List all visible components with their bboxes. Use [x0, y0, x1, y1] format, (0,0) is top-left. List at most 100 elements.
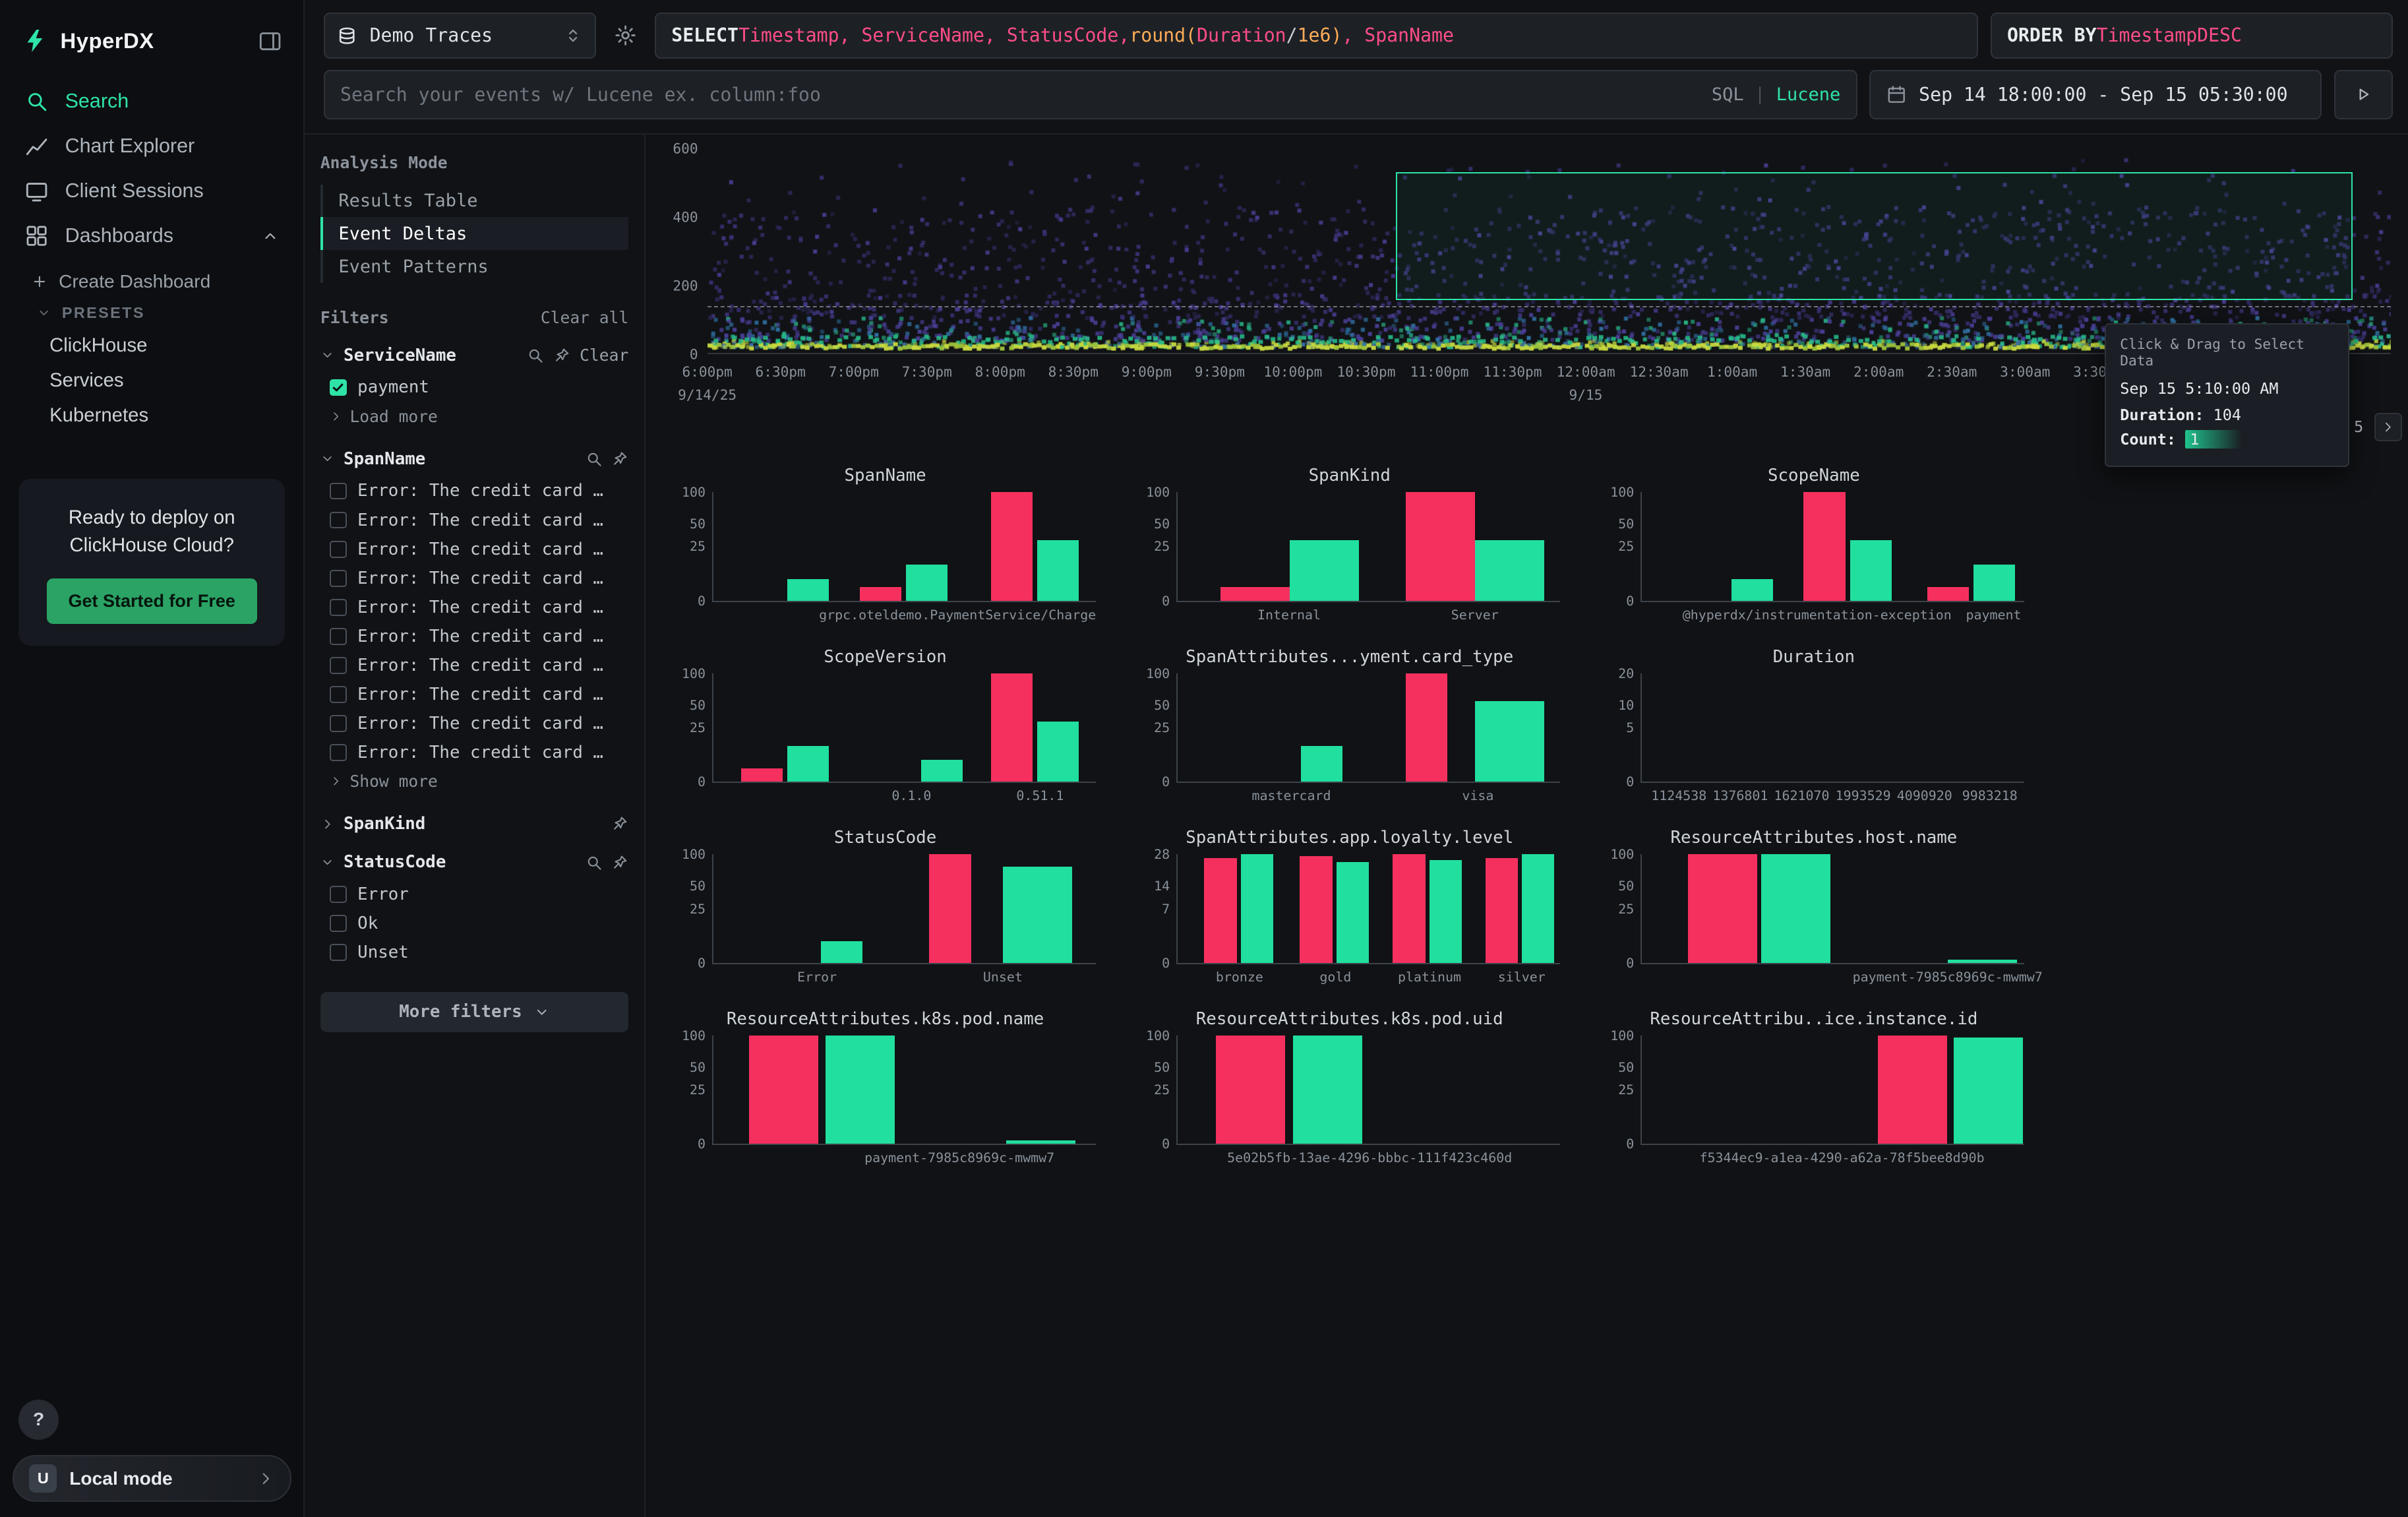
bar-baseline[interactable]	[1761, 854, 1830, 963]
filter-item[interactable]: Error: The credit card (…	[320, 535, 628, 564]
checkbox[interactable]	[330, 886, 347, 903]
sql-select-input[interactable]: SELECT Timestamp, ServiceName, StatusCod…	[655, 13, 1978, 59]
get-started-button[interactable]: Get Started for Free	[47, 578, 257, 624]
checkbox[interactable]	[330, 915, 347, 932]
bar-baseline[interactable]	[787, 746, 829, 782]
selection-rectangle[interactable]	[1396, 172, 2353, 300]
bar-selection[interactable]	[991, 492, 1033, 601]
bar-baseline[interactable]	[1006, 1140, 1075, 1144]
search-icon[interactable]	[527, 347, 544, 364]
filter-item[interactable]: Error: The credit card (…	[320, 506, 628, 535]
checkbox[interactable]	[330, 715, 347, 732]
bar-selection[interactable]	[1216, 1036, 1285, 1144]
language-lucene-option[interactable]: Lucene	[1776, 84, 1840, 105]
bar-baseline[interactable]	[1475, 701, 1544, 782]
analysis-mode-event-patterns[interactable]: Event Patterns	[320, 250, 628, 283]
bar-selection[interactable]	[860, 587, 901, 600]
filter-item[interactable]: Error	[320, 880, 628, 909]
run-query-button[interactable]	[2334, 70, 2393, 119]
checkbox[interactable]	[330, 657, 347, 674]
checkbox[interactable]	[330, 541, 347, 558]
bar-selection[interactable]	[1927, 587, 1969, 600]
bar-baseline[interactable]	[906, 565, 948, 601]
bar-baseline[interactable]	[1037, 722, 1079, 782]
filter-item[interactable]: Error: The credit card (…	[320, 593, 628, 622]
bar-baseline[interactable]	[1850, 540, 1892, 601]
bar-baseline[interactable]	[1241, 854, 1273, 963]
filter-item[interactable]: Error: The credit card (…	[320, 622, 628, 651]
checkbox[interactable]	[330, 944, 347, 961]
language-sql-option[interactable]: SQL	[1712, 84, 1744, 105]
filter-item[interactable]: Unset	[320, 938, 628, 967]
bar-selection[interactable]	[1300, 856, 1332, 963]
pin-icon[interactable]	[553, 347, 570, 364]
checkbox[interactable]	[330, 570, 347, 587]
checkbox[interactable]	[330, 628, 347, 645]
bar-selection[interactable]	[749, 1036, 818, 1144]
checkbox[interactable]	[330, 512, 347, 529]
filter-group-more-link[interactable]: Show more	[320, 767, 628, 795]
filter-item[interactable]: Ok	[320, 909, 628, 938]
sidebar-item-client-sessions[interactable]: Client Sessions	[0, 169, 303, 214]
bar-baseline[interactable]	[1954, 1037, 2023, 1144]
bar-baseline[interactable]	[821, 941, 862, 963]
filter-item[interactable]: Error: The credit card (…	[320, 564, 628, 593]
bar-selection[interactable]	[1486, 858, 1518, 963]
filter-item[interactable]: Error: The credit card (…	[320, 738, 628, 767]
search-icon[interactable]	[586, 450, 603, 468]
bar-baseline[interactable]	[1301, 746, 1342, 782]
bar-baseline[interactable]	[1731, 579, 1773, 601]
sidebar-preset-kubernetes[interactable]: Kubernetes	[0, 398, 303, 433]
filter-group-header-spankind[interactable]: SpanKind	[320, 814, 628, 834]
pager-next-button[interactable]	[2374, 413, 2402, 441]
bar-selection[interactable]	[1393, 854, 1425, 963]
bar-selection[interactable]	[1406, 492, 1475, 601]
filter-group-more-link[interactable]: Load more	[320, 402, 628, 430]
help-button[interactable]: ?	[18, 1400, 59, 1440]
filter-item[interactable]: payment	[320, 373, 628, 402]
bar-selection[interactable]	[929, 854, 971, 963]
bar-selection[interactable]	[1803, 492, 1845, 601]
sidebar-item-dashboards[interactable]: Dashboards	[0, 214, 303, 259]
bar-baseline[interactable]	[1475, 540, 1544, 601]
checkbox[interactable]	[330, 744, 347, 761]
settings-gear-button[interactable]	[608, 24, 642, 47]
source-select[interactable]: Demo Traces	[324, 13, 596, 59]
checkbox[interactable]	[330, 599, 347, 616]
search-icon[interactable]	[586, 854, 603, 871]
bar-selection[interactable]	[1878, 1036, 1947, 1144]
filter-item[interactable]: Error: The credit card (…	[320, 476, 628, 505]
bar-selection[interactable]	[1204, 858, 1236, 963]
sidebar-collapse-button[interactable]	[258, 30, 282, 53]
bar-baseline[interactable]	[1948, 960, 2017, 963]
bar-baseline[interactable]	[787, 579, 829, 601]
bar-selection[interactable]	[1688, 854, 1757, 963]
bar-selection[interactable]	[741, 768, 783, 782]
bar-baseline[interactable]	[1003, 867, 1072, 962]
bar-baseline[interactable]	[1430, 860, 1462, 963]
sidebar-item-search[interactable]: Search	[0, 79, 303, 124]
clear-all-button[interactable]: Clear all	[541, 308, 628, 327]
pin-icon[interactable]	[611, 854, 628, 871]
bar-selection[interactable]	[1406, 673, 1447, 782]
user-menu[interactable]: U Local mode	[13, 1455, 291, 1501]
filter-item[interactable]: Error: The credit card (…	[320, 709, 628, 738]
filter-group-header-statuscode[interactable]: StatusCode	[320, 852, 628, 872]
search-input[interactable]	[340, 84, 1699, 106]
checkbox[interactable]	[330, 686, 347, 703]
bar-baseline[interactable]	[1293, 1036, 1362, 1144]
bar-selection[interactable]	[991, 673, 1033, 782]
date-range-picker[interactable]: Sep 14 18:00:00 - Sep 15 05:30:00	[1869, 70, 2321, 119]
checkbox[interactable]	[330, 379, 347, 396]
bar-baseline[interactable]	[1522, 854, 1554, 963]
sidebar-item-chart-explorer[interactable]: Chart Explorer	[0, 124, 303, 169]
filter-item[interactable]: Error: The credit card (…	[320, 651, 628, 680]
presets-toggle[interactable]: PRESETS	[0, 298, 303, 328]
checkbox[interactable]	[330, 483, 347, 500]
bar-baseline[interactable]	[1037, 540, 1079, 601]
analysis-mode-event-deltas[interactable]: Event Deltas	[320, 217, 628, 250]
more-filters-button[interactable]: More filters	[320, 992, 628, 1032]
filter-group-header-spanname[interactable]: SpanName	[320, 449, 628, 469]
bar-selection[interactable]	[1220, 587, 1290, 600]
analysis-mode-results-table[interactable]: Results Table	[320, 185, 628, 218]
